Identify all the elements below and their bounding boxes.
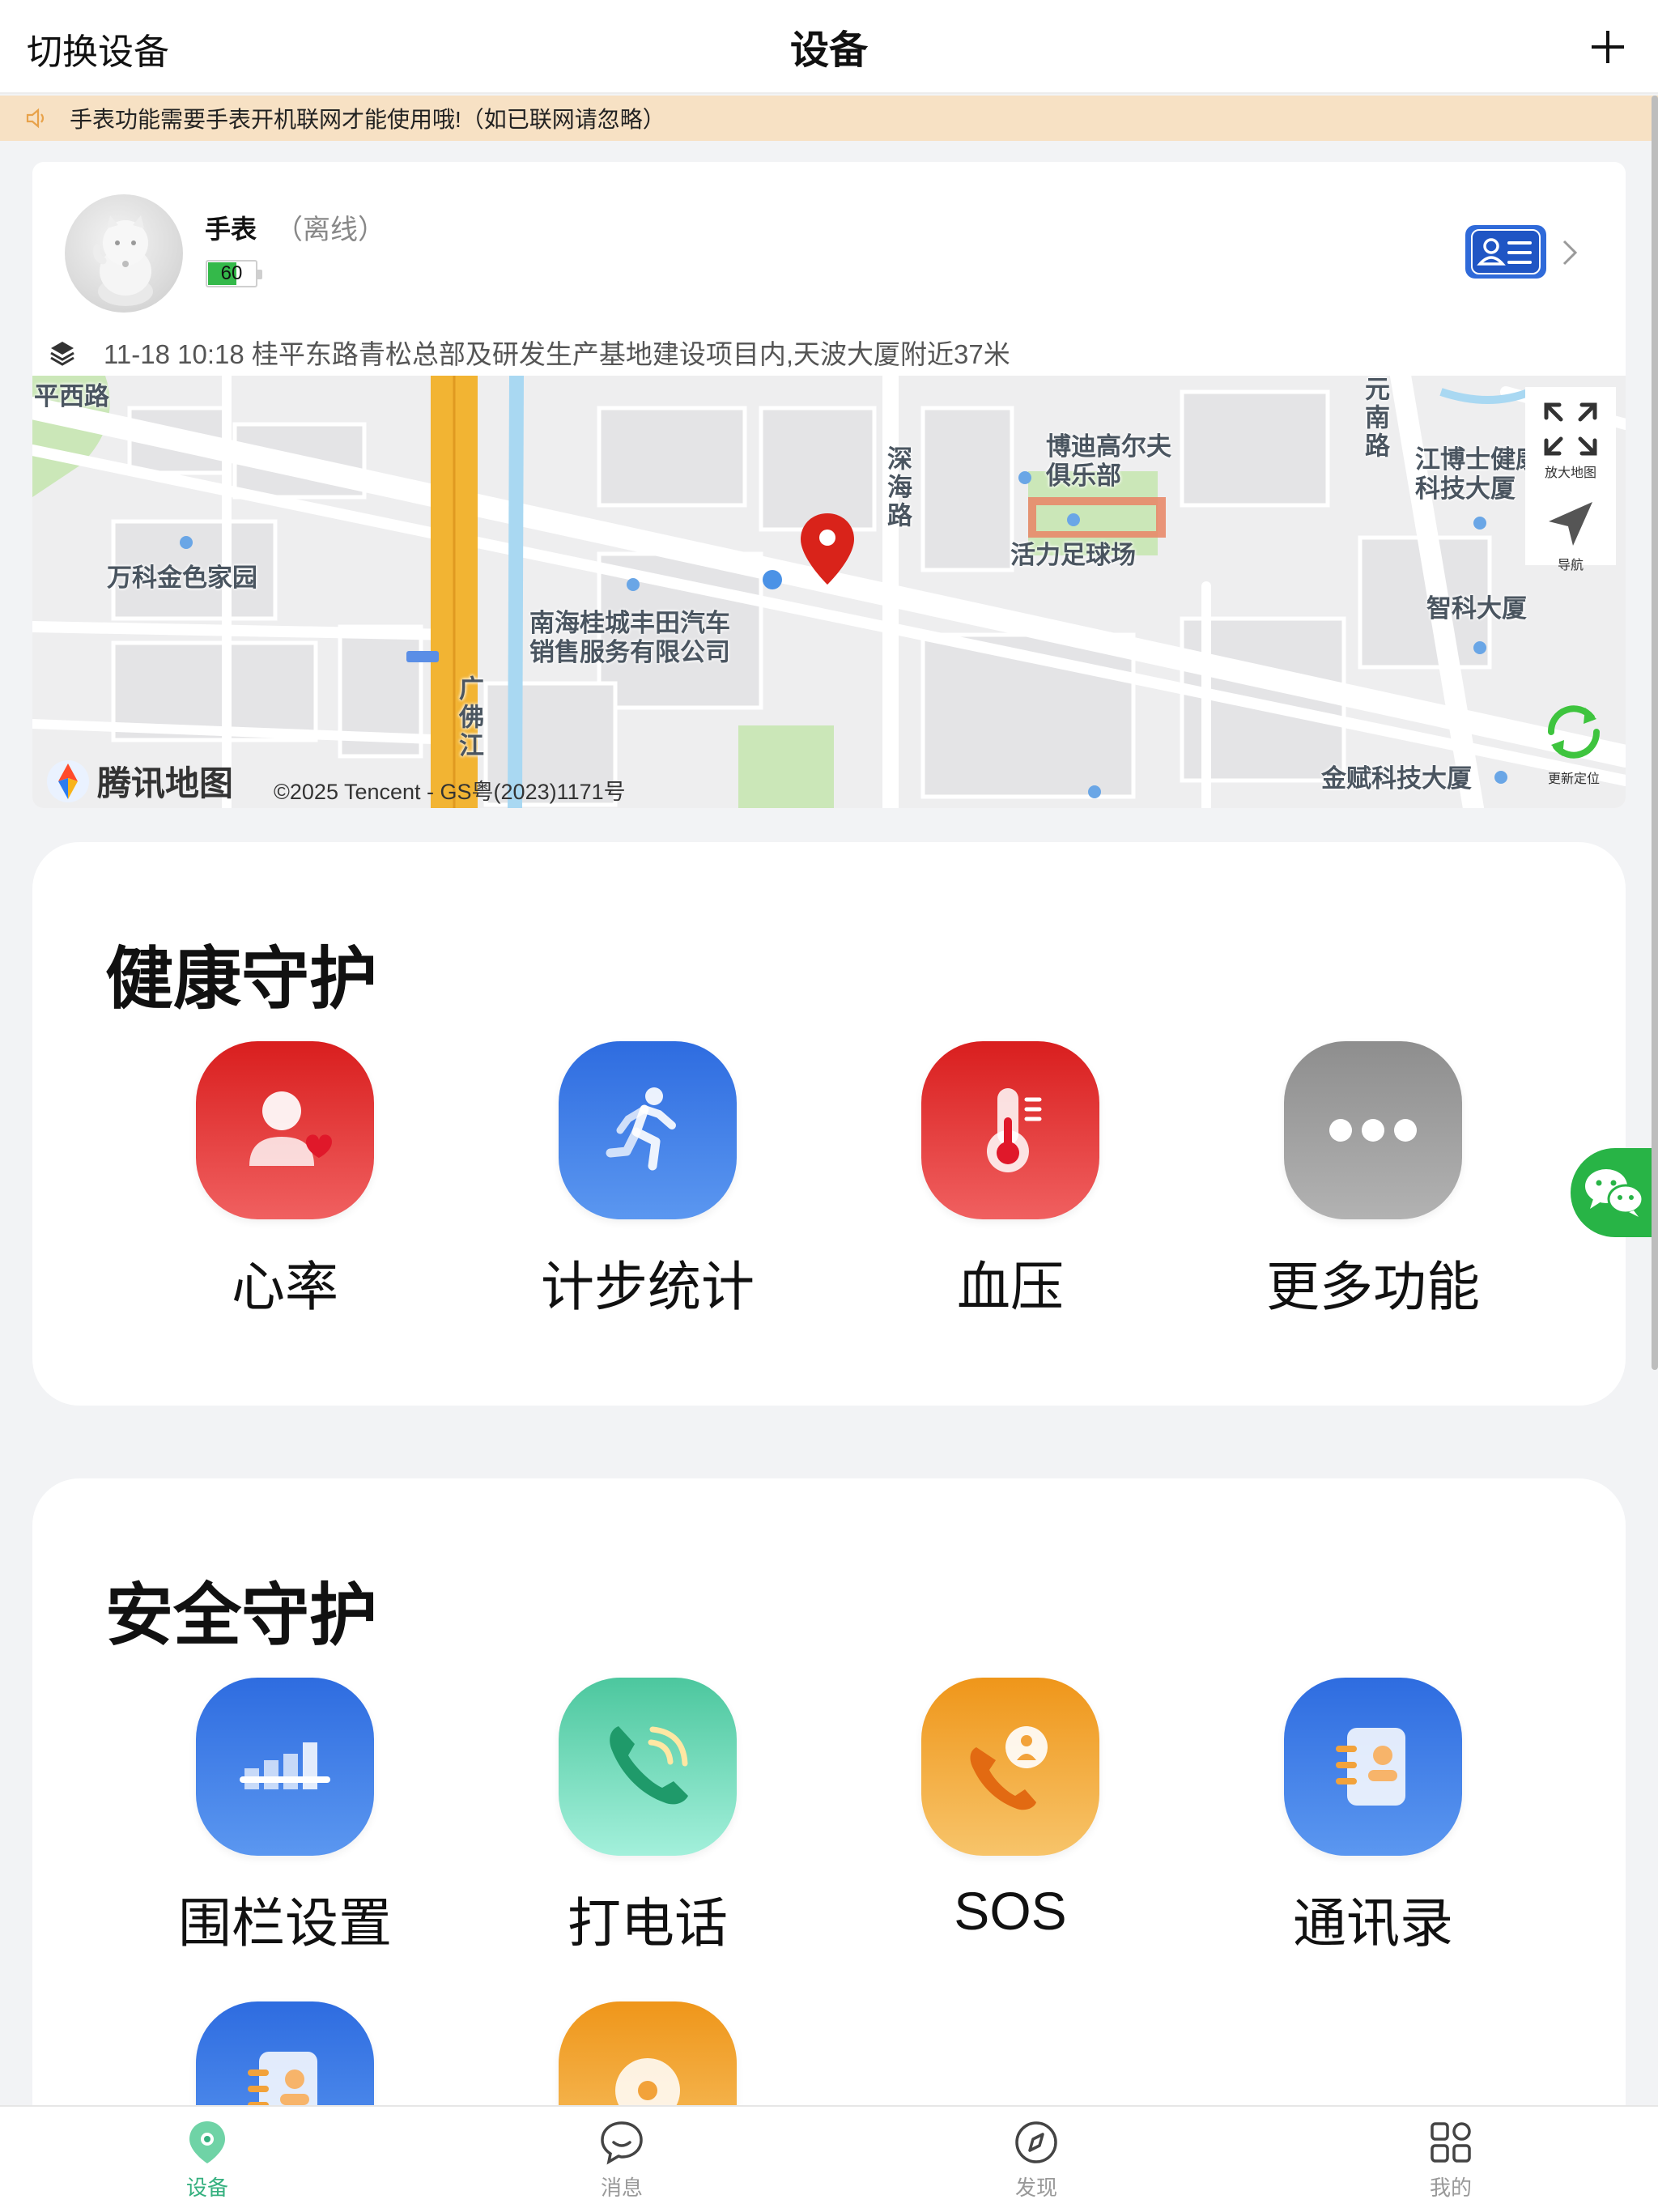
battery-nub	[257, 270, 262, 279]
step-stats-button[interactable]: 计步统计	[526, 1041, 769, 1321]
step-stats-label: 计步统计	[541, 1257, 755, 1317]
tencent-map-logo: 腾讯地图	[45, 756, 233, 806]
map-label-zhike: 智科大厦	[1426, 594, 1527, 623]
device-status: （离线）	[275, 215, 385, 245]
tab-discover-label: 发现	[1014, 2176, 1057, 2200]
tencent-map-logo-text: 腾讯地图	[97, 764, 234, 802]
navigate-label: 导航	[1557, 559, 1584, 572]
tencent-map-logo-icon	[47, 759, 89, 802]
heart-rate-button[interactable]: 心率	[164, 1041, 406, 1321]
zoom-map-button[interactable]: 放大地图	[1541, 387, 1600, 481]
contacts-tile	[1284, 1678, 1462, 1856]
map-label-nanhai-toyota: 南海桂城丰田汽车 销售服务有限公司	[529, 609, 730, 666]
battery-indicator: 60	[206, 260, 262, 287]
refresh-location-label: 更新定位	[1547, 772, 1600, 786]
grid-icon	[1431, 2122, 1471, 2163]
tab-mine[interactable]: 我的	[1370, 2118, 1532, 2212]
heart-rate-icon	[249, 1091, 332, 1166]
location-icon	[189, 2121, 225, 2163]
contacts-label: 通讯录	[1293, 1893, 1453, 1953]
health-guard-title: 健康守护	[105, 941, 378, 1017]
map-label-road: 平西路	[34, 382, 109, 410]
more-icon	[1329, 1119, 1417, 1142]
call-tile	[559, 1678, 737, 1856]
blood-pressure-button[interactable]: 血压	[889, 1041, 1132, 1321]
fence-settings-button[interactable]: 围栏设置	[164, 1678, 406, 1958]
more-functions-button[interactable]: 更多功能	[1252, 1041, 1494, 1321]
top-navigation-bar: 切换设备 设备	[0, 0, 1658, 94]
sos-tile	[921, 1678, 1099, 1856]
map-copyright: ©2025 Tencent - GS粤(2023)1171号	[274, 780, 626, 804]
wechat-icon	[1585, 1169, 1644, 1217]
bottom-tab-bar: 设备 消息 发现 我的	[0, 2105, 1658, 2212]
contacts-icon	[1336, 1728, 1405, 1806]
refresh-location-button[interactable]: 更新定位	[1540, 698, 1608, 787]
call-label: 打电话	[568, 1893, 728, 1953]
wechat-float-button[interactable]	[1571, 1148, 1658, 1237]
notice-text: 手表功能需要手表开机联网才能使用哦!（如已联网请忽略）	[70, 107, 665, 132]
sos-button[interactable]: SOS	[889, 1678, 1132, 1942]
sos-label: SOS	[954, 1881, 1067, 1941]
zoom-map-label: 放大地图	[1544, 466, 1596, 480]
device-name: 手表	[205, 215, 257, 244]
map-label-huoli-football: 活力足球场	[1010, 541, 1136, 569]
tab-mine-label: 我的	[1429, 2176, 1472, 2200]
layers-icon[interactable]	[49, 338, 76, 366]
cat-figure-icon	[93, 215, 153, 306]
scrollbar[interactable]	[1652, 96, 1658, 1370]
fence-icon	[240, 1742, 330, 1789]
tab-messages-label: 消息	[600, 2176, 643, 2200]
heart-rate-label: 心率	[232, 1257, 338, 1317]
location-text: 11-18 10:18 桂平东路青松总部及研发生产基地建设项目内,天波大厦附近3…	[104, 339, 1010, 369]
location-pin-icon[interactable]	[797, 510, 857, 588]
map-label-yuannan-road: 元南路	[1361, 376, 1389, 461]
running-icon	[606, 1087, 676, 1171]
plus-icon[interactable]	[1577, 16, 1639, 78]
map-control-panel: 放大地图 导航	[1525, 387, 1616, 572]
safety-guard-title: 安全守护	[105, 1577, 378, 1653]
device-card: 手表 （离线） 60 11-18 10:18 桂平东路青松总部及研发生产基地建设…	[32, 162, 1626, 808]
battery-level: 60	[220, 262, 243, 284]
map-label-wanke: 万科金色家园	[107, 564, 257, 592]
map-label-bodi-golf: 博迪高尔夫 俱乐部	[1046, 432, 1171, 490]
phone-icon	[610, 1726, 688, 1805]
map-label-guangfo: 广佛江	[455, 675, 483, 760]
tab-device[interactable]: 设备	[126, 2118, 288, 2212]
compass-icon	[1015, 2121, 1057, 2163]
call-button[interactable]: 打电话	[526, 1678, 769, 1958]
map-label-shenhai-road: 深海路	[883, 445, 912, 530]
contacts-button[interactable]: 通讯录	[1252, 1678, 1494, 1958]
step-stats-tile	[559, 1041, 737, 1219]
map-label-jiangboshi: 江博士健康 科技大厦	[1415, 445, 1541, 503]
tab-device-label: 设备	[185, 2176, 228, 2200]
tab-messages[interactable]: 消息	[541, 2118, 703, 2212]
chevron-right-icon[interactable]	[1561, 238, 1579, 267]
health-guard-card: 健康守护 心率 计步统计 血压 更多功能	[32, 842, 1626, 1406]
more-functions-tile	[1284, 1041, 1462, 1219]
avatar[interactable]	[65, 194, 183, 313]
sos-icon	[970, 1726, 1048, 1810]
navigation-arrow-icon	[1549, 502, 1592, 546]
refresh-icon	[1547, 705, 1601, 759]
notice-banner: 手表功能需要手表开机联网才能使用哦!（如已联网请忽略）	[0, 96, 1658, 141]
more-functions-label: 更多功能	[1266, 1257, 1480, 1317]
blood-pressure-tile	[921, 1041, 1099, 1219]
page-title: 设备	[789, 29, 868, 72]
heart-rate-tile	[196, 1041, 374, 1219]
fence-settings-tile	[196, 1678, 374, 1856]
safety-guard-card: 安全守护 围栏设置 打电话 SOS 通讯录	[32, 1478, 1626, 2207]
switch-device-button[interactable]: 切换设备	[27, 23, 169, 74]
navigate-button[interactable]: 导航	[1544, 489, 1597, 573]
thermometer-icon	[987, 1088, 1042, 1172]
map-label-jinfu: 金赋科技大厦	[1321, 764, 1472, 793]
id-card-icon[interactable]	[1462, 222, 1550, 282]
chat-icon	[601, 2121, 643, 2165]
map-view[interactable]: 平西路 万科金色家园 南海桂城丰田汽车 销售服务有限公司 深海路 广佛江 博迪高…	[32, 376, 1626, 808]
fence-settings-label: 围栏设置	[178, 1893, 392, 1953]
location-row: 11-18 10:18 桂平东路青松总部及研发生产基地建设项目内,天波大厦附近3…	[40, 334, 1619, 371]
blood-pressure-label: 血压	[957, 1257, 1064, 1317]
tab-discover[interactable]: 发现	[955, 2118, 1117, 2212]
expand-icon	[1544, 402, 1597, 456]
speaker-icon	[26, 108, 45, 129]
